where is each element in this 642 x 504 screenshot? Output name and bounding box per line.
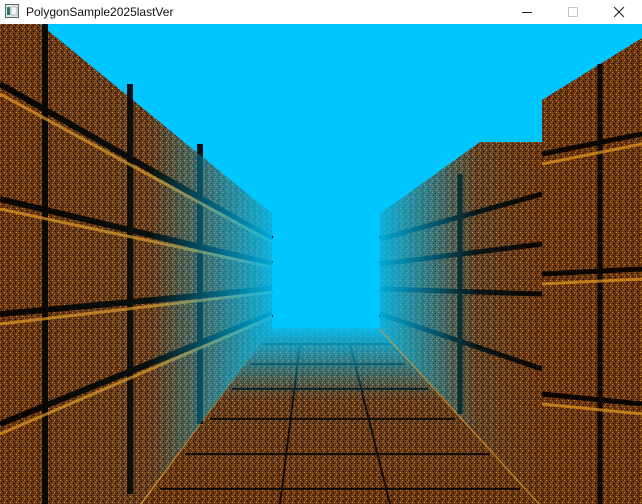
app-icon [5,4,19,18]
app-window: PolygonSample2025lastVer [0,0,642,504]
corridor-scene [0,24,642,504]
maximize-icon [568,7,578,17]
close-icon [613,6,625,18]
close-button[interactable] [596,0,642,24]
game-viewport[interactable] [0,24,642,504]
minimize-icon [522,12,532,13]
minimize-button[interactable] [504,0,550,24]
maximize-button[interactable] [550,0,596,24]
title-bar[interactable]: PolygonSample2025lastVer [0,0,642,24]
window-title: PolygonSample2025lastVer [26,5,174,19]
